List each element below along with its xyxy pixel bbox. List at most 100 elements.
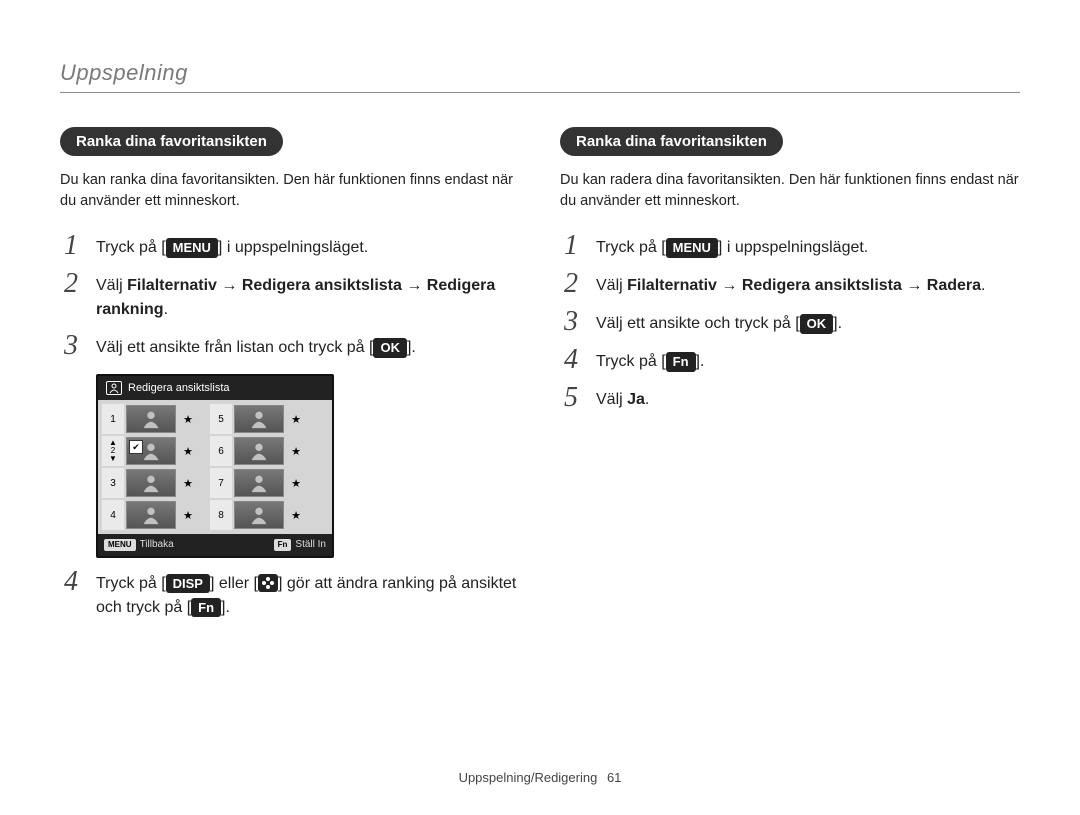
- rank-cell: 3: [102, 468, 124, 498]
- menu-key-icon: MENU: [104, 539, 136, 551]
- right-subheading: Ranka dina favoritansikten: [560, 127, 783, 156]
- star-icon: ★: [183, 413, 193, 426]
- text: ] i uppspelningsläget.: [218, 239, 368, 256]
- rank-number: 3: [110, 478, 116, 489]
- footer-left: MENU Tillbaka: [104, 539, 174, 551]
- up-down-arrows-icon: ▲2▼: [109, 439, 117, 463]
- face-thumb: [234, 405, 284, 433]
- footer-label: Uppspelning/Redigering: [459, 770, 598, 785]
- bold-text: Radera: [927, 277, 981, 294]
- text: Välj: [596, 277, 627, 294]
- selection-check-icon: ✔: [129, 440, 143, 454]
- fn-key-icon: Fn: [191, 598, 221, 618]
- bold-text: Filalternativ: [627, 277, 717, 294]
- text: Tryck på [: [96, 575, 166, 592]
- ok-key-icon: OK: [373, 338, 407, 358]
- arrow-text: →: [402, 277, 427, 294]
- rank-cell: 7: [210, 468, 232, 498]
- right-step-1: Tryck på [MENU] i uppspelningsläget.: [560, 236, 1020, 260]
- text: .: [164, 301, 168, 318]
- step-body: Tryck på [DISP] eller [] gör att ändra r…: [96, 572, 520, 620]
- step-body: Välj Ja.: [596, 388, 649, 412]
- text: ] eller [: [210, 575, 258, 592]
- step-body: Tryck på [MENU] i uppspelningsläget.: [596, 236, 868, 260]
- text: ].: [696, 353, 705, 370]
- step-body: Välj ett ansikte från listan och tryck p…: [96, 336, 416, 360]
- bold-text: Filalternativ: [127, 277, 217, 294]
- step-body: Välj Filalternativ → Redigera ansiktslis…: [596, 274, 986, 298]
- star-icon: ★: [183, 445, 193, 458]
- step-body: Tryck på [MENU] i uppspelningsläget.: [96, 236, 368, 260]
- fn-key-icon: Fn: [274, 539, 292, 551]
- right-step-5: Välj Ja.: [560, 388, 1020, 412]
- face-grid: 1 ★ 5 ★ ▲2▼ ✔: [98, 400, 332, 534]
- footer-right: Fn Ställ In: [274, 539, 326, 551]
- left-step-4: Tryck på [DISP] eller [] gör att ändra r…: [60, 572, 520, 620]
- face-thumb: [234, 437, 284, 465]
- text: .: [981, 277, 985, 294]
- footer-left-label: Tillbaka: [140, 539, 174, 550]
- text: Välj ett ansikte och tryck på [: [596, 315, 800, 332]
- face-thumb: [126, 501, 176, 529]
- left-step-2: Välj Filalternativ → Redigera ansiktslis…: [60, 274, 520, 322]
- text: ].: [407, 339, 416, 356]
- face-thumb: [126, 405, 176, 433]
- left-step-3: Välj ett ansikte från listan och tryck p…: [60, 336, 520, 360]
- rank-number: 5: [218, 414, 224, 425]
- right-column: Ranka dina favoritansikten Du kan radera…: [560, 127, 1020, 634]
- face-thumb: [234, 501, 284, 529]
- text: ].: [833, 315, 842, 332]
- two-column-layout: Ranka dina favoritansikten Du kan ranka …: [60, 127, 1020, 634]
- face-list-icon: [106, 381, 122, 395]
- macro-flower-key-icon: [258, 574, 278, 592]
- rank-number: 1: [110, 414, 116, 425]
- ok-key-icon: OK: [800, 314, 834, 334]
- left-column: Ranka dina favoritansikten Du kan ranka …: [60, 127, 520, 634]
- right-step-2: Välj Filalternativ → Redigera ansiktslis…: [560, 274, 1020, 298]
- face-thumb: [126, 469, 176, 497]
- star-icon: ★: [291, 445, 301, 458]
- rank-number: 6: [218, 446, 224, 457]
- disp-key-icon: DISP: [166, 574, 210, 594]
- text: Välj: [596, 391, 627, 408]
- section-heading: Uppspelning: [60, 60, 1020, 93]
- menu-key-icon: MENU: [166, 238, 218, 258]
- arrow-text: →: [902, 277, 927, 294]
- manual-page: Uppspelning Ranka dina favoritansikten D…: [0, 0, 1080, 815]
- text: ].: [221, 599, 230, 616]
- text: Tryck på [: [596, 353, 666, 370]
- left-steps-cont: Tryck på [DISP] eller [] gör att ändra r…: [60, 572, 520, 620]
- face-thumb: [234, 469, 284, 497]
- right-steps: Tryck på [MENU] i uppspelningsläget. Väl…: [560, 236, 1020, 412]
- left-steps: Tryck på [MENU] i uppspelningsläget. Väl…: [60, 236, 520, 360]
- page-footer: Uppspelning/Redigering 61: [0, 770, 1080, 785]
- star-icon: ★: [183, 477, 193, 490]
- page-number: 61: [607, 770, 621, 785]
- bold-text: Redigera ansiktslista: [742, 277, 902, 294]
- star-icon: ★: [291, 509, 301, 522]
- left-intro: Du kan ranka dina favoritansikten. Den h…: [60, 170, 520, 212]
- right-step-3: Välj ett ansikte och tryck på [OK].: [560, 312, 1020, 336]
- text: Tryck på [: [596, 239, 666, 256]
- rank-number: 4: [110, 510, 116, 521]
- text: Välj ett ansikte från listan och tryck p…: [96, 339, 373, 356]
- text: .: [645, 391, 649, 408]
- right-step-4: Tryck på [Fn].: [560, 350, 1020, 374]
- rank-cell: 6: [210, 436, 232, 466]
- left-step-1: Tryck på [MENU] i uppspelningsläget.: [60, 236, 520, 260]
- rank-number: 8: [218, 510, 224, 521]
- rank-cell: 5: [210, 404, 232, 434]
- text: ] i uppspelningsläget.: [718, 239, 868, 256]
- bold-text: Ja: [627, 391, 645, 408]
- shot-header: Redigera ansiktslista: [98, 376, 332, 400]
- rank-number: 7: [218, 478, 224, 489]
- fn-key-icon: Fn: [666, 352, 696, 372]
- step-body: Tryck på [Fn].: [596, 350, 704, 374]
- step-body: Välj ett ansikte och tryck på [OK].: [596, 312, 842, 336]
- text: Välj: [96, 277, 127, 294]
- rank-cell: 1: [102, 404, 124, 434]
- rank-cell: 8: [210, 500, 232, 530]
- star-icon: ★: [183, 509, 193, 522]
- rank-cell: 4: [102, 500, 124, 530]
- shot-title: Redigera ansiktslista: [128, 382, 230, 394]
